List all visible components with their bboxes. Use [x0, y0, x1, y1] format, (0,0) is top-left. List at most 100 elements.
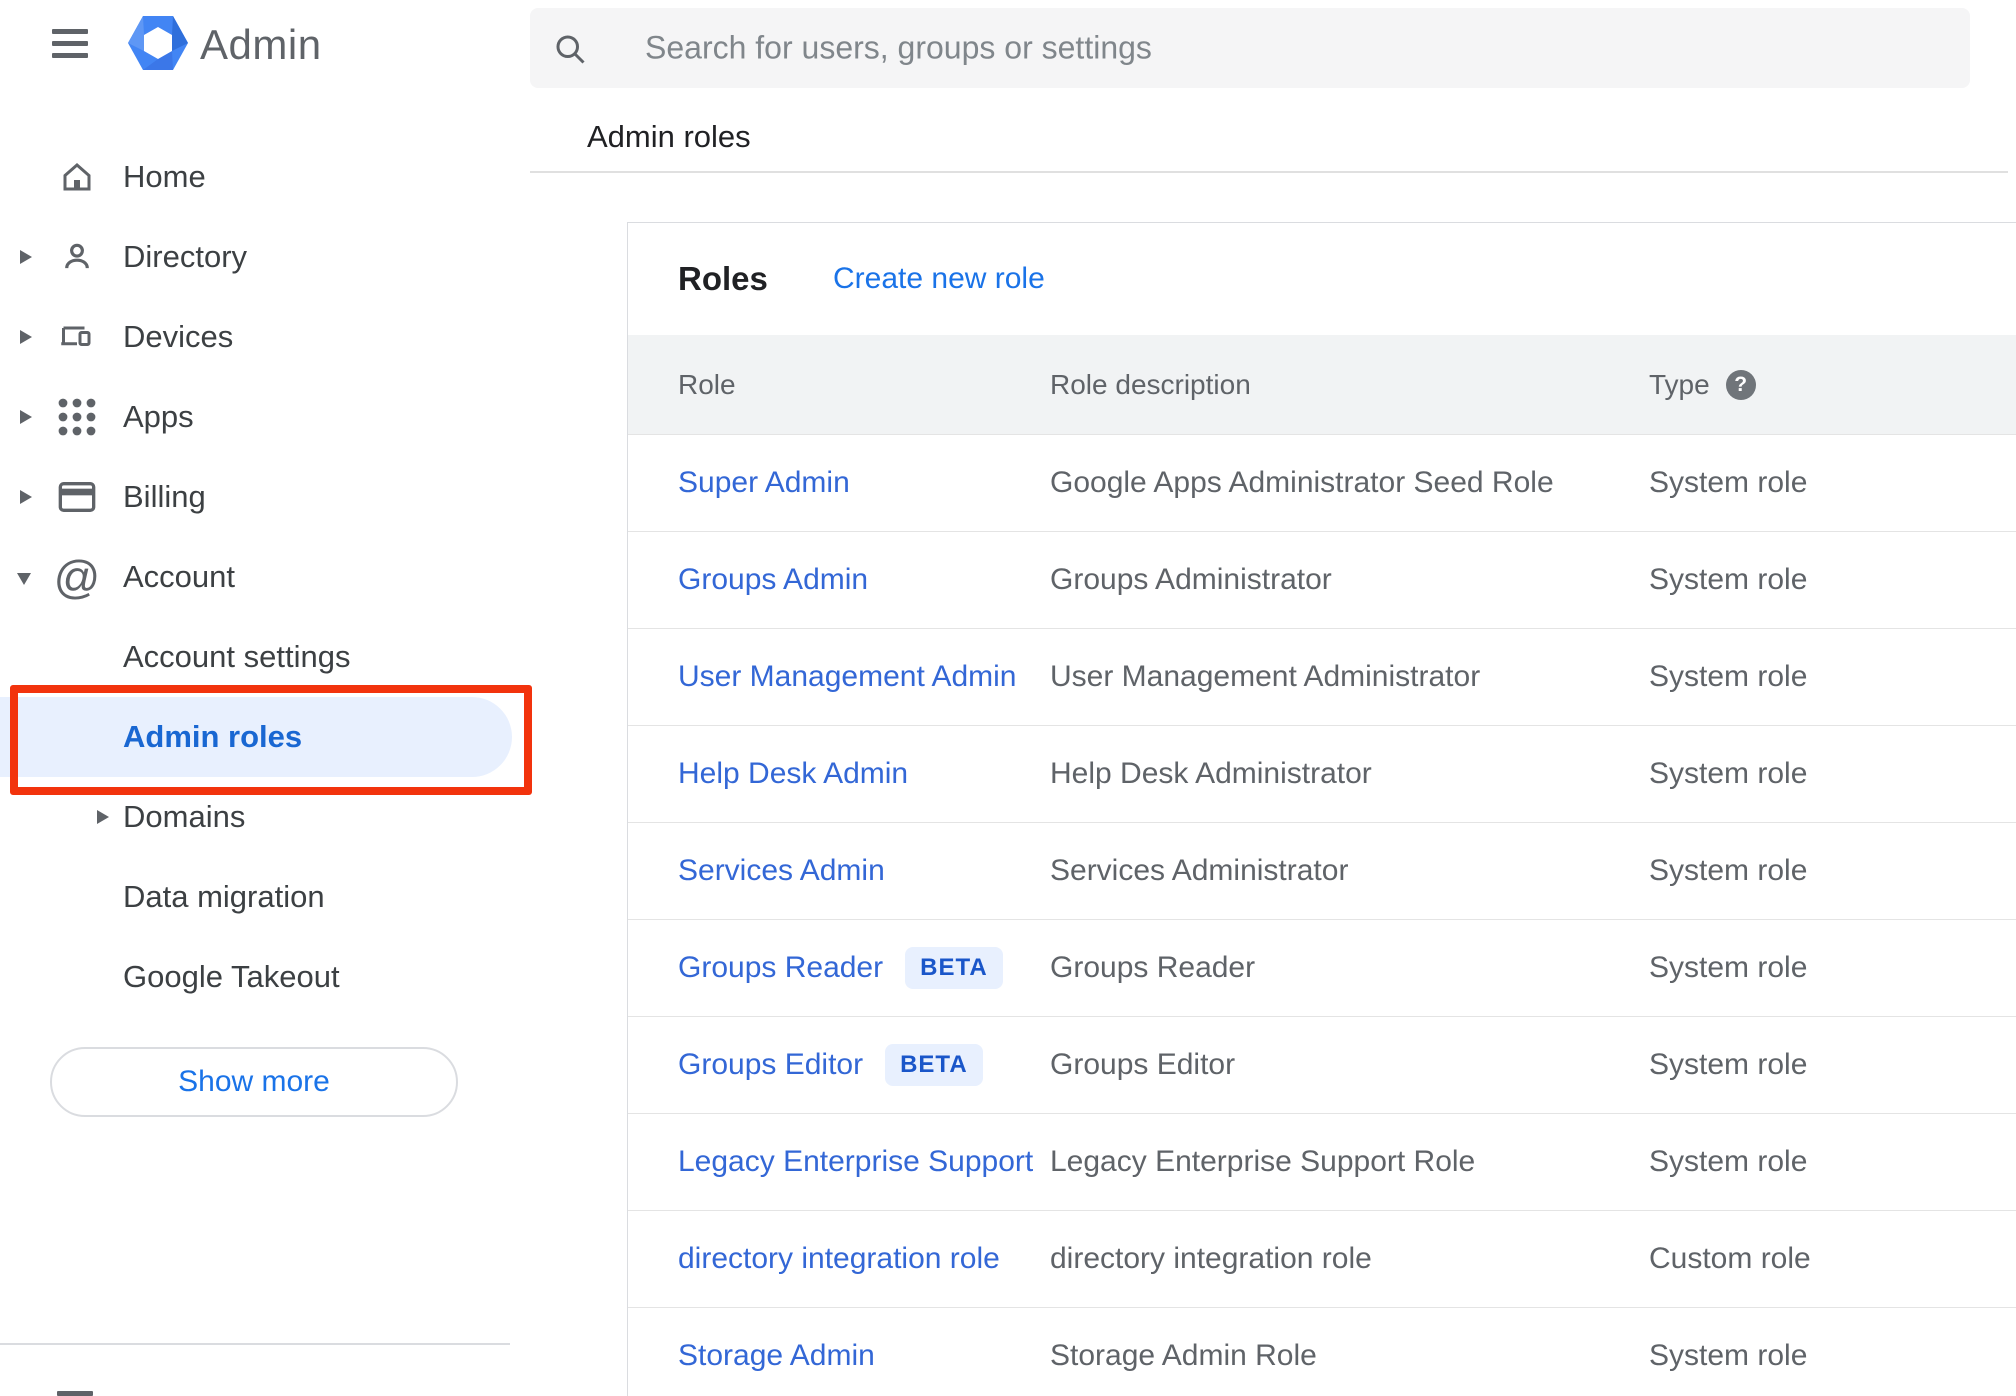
admin-logo-icon[interactable]: [128, 16, 188, 75]
expand-arrow-icon[interactable]: [97, 810, 109, 824]
role-description: Storage Admin Role: [1050, 1339, 1317, 1372]
breadcrumb: Admin roles: [587, 119, 751, 154]
role-link[interactable]: Groups Reader: [678, 951, 883, 985]
cutoff-sidebar-icon: [57, 1391, 93, 1396]
sidebar-item-data-migration[interactable]: Data migration: [0, 857, 530, 937]
table-row: Super Admin Google Apps Administrator Se…: [628, 434, 2016, 531]
role-link[interactable]: Storage Admin: [678, 1339, 875, 1373]
sidebar-nav: Home Directory Devices Apps Billing @ Ac…: [0, 137, 530, 1017]
role-link[interactable]: Services Admin: [678, 854, 885, 888]
product-title: Admin: [200, 21, 322, 68]
sidebar-item-account-settings[interactable]: Account settings: [0, 617, 530, 697]
sidebar-item-label: Domains: [123, 799, 246, 834]
role-description: directory integration role: [1050, 1242, 1372, 1275]
at-sign-icon: @: [53, 551, 101, 603]
role-link[interactable]: Legacy Enterprise Support: [678, 1145, 1033, 1179]
role-link[interactable]: Groups Editor: [678, 1048, 863, 1082]
role-link[interactable]: directory integration role: [678, 1242, 1000, 1276]
table-row: Storage Admin Storage Admin Role System …: [628, 1307, 2016, 1396]
role-link[interactable]: User Management Admin: [678, 660, 1017, 694]
sidebar-item-label: Devices: [123, 319, 234, 354]
role-description: Services Administrator: [1050, 854, 1349, 887]
person-icon: [57, 237, 97, 277]
table-row: Groups Editor BETA Groups Editor System …: [628, 1016, 2016, 1113]
admin-console: Admin Home Directory Devices Apps Billin…: [0, 0, 2016, 1396]
expand-arrow-icon[interactable]: [20, 410, 32, 424]
help-icon[interactable]: ?: [1725, 369, 1756, 400]
sidebar-item-label: Admin roles: [123, 719, 303, 754]
role-type: System role: [1649, 563, 1808, 596]
sidebar-item-home[interactable]: Home: [0, 137, 530, 217]
role-description: Google Apps Administrator Seed Role: [1050, 466, 1554, 499]
role-type: System role: [1649, 854, 1808, 887]
home-icon: [57, 157, 97, 197]
search-placeholder: Search for users, groups or settings: [645, 29, 1152, 66]
sidebar-item-directory[interactable]: Directory: [0, 217, 530, 297]
roles-card: Roles Create new role Role Role descript…: [627, 222, 2016, 1396]
table-row: Legacy Enterprise Support Legacy Enterpr…: [628, 1113, 2016, 1210]
sidebar-item-apps[interactable]: Apps: [0, 377, 530, 457]
sidebar-item-devices[interactable]: Devices: [0, 297, 530, 377]
table-row: directory integration role directory int…: [628, 1210, 2016, 1307]
role-type: System role: [1649, 660, 1808, 693]
sidebar-item-label: Data migration: [123, 879, 325, 914]
role-type: System role: [1649, 1145, 1808, 1178]
sidebar-divider: [0, 1343, 510, 1345]
sidebar-item-label: Account settings: [123, 639, 351, 674]
table-body: Super Admin Google Apps Administrator Se…: [628, 434, 2016, 1396]
sidebar-item-label: Account: [123, 559, 236, 594]
table-row: Groups Reader BETA Groups Reader System …: [628, 919, 2016, 1016]
sidebar-item-account[interactable]: @ Account: [0, 537, 530, 617]
role-link[interactable]: Super Admin: [678, 466, 850, 500]
sidebar-item-label: Home: [123, 159, 206, 194]
sidebar-item-label: Directory: [123, 239, 248, 274]
role-description: Help Desk Administrator: [1050, 757, 1372, 790]
roles-card-header: Roles Create new role: [628, 223, 2016, 335]
search-icon: [552, 31, 588, 72]
table-row: User Management Admin User Management Ad…: [628, 628, 2016, 725]
table-row: Help Desk Admin Help Desk Administrator …: [628, 725, 2016, 822]
apps-grid-icon: [57, 397, 97, 437]
devices-icon: [57, 317, 97, 357]
create-new-role-link[interactable]: Create new role: [833, 262, 1045, 296]
sidebar-item-label: Billing: [123, 479, 206, 514]
sidebar-header: Admin: [0, 0, 530, 90]
role-type: Custom role: [1649, 1242, 1811, 1275]
sidebar-item-domains[interactable]: Domains: [0, 777, 530, 857]
role-description: Groups Editor: [1050, 1048, 1236, 1081]
role-description: Legacy Enterprise Support Role: [1050, 1145, 1476, 1178]
column-header-role: Role: [678, 368, 736, 400]
beta-badge: BETA: [905, 947, 1003, 989]
divider: [530, 171, 2008, 173]
table-row: Groups Admin Groups Administrator System…: [628, 531, 2016, 628]
expand-arrow-icon[interactable]: [20, 490, 32, 504]
card-title: Roles: [678, 260, 768, 297]
menu-icon[interactable]: [52, 29, 88, 58]
role-type: System role: [1649, 466, 1808, 499]
role-link[interactable]: Help Desk Admin: [678, 757, 908, 791]
collapse-arrow-icon[interactable]: [17, 573, 31, 585]
table-header-row: Role Role description Type ?: [628, 335, 2016, 434]
role-type: System role: [1649, 951, 1808, 984]
role-type: System role: [1649, 1048, 1808, 1081]
sidebar-item-label: Apps: [123, 399, 194, 434]
sidebar-item-admin-roles[interactable]: Admin roles: [0, 697, 512, 777]
role-description: User Management Administrator: [1050, 660, 1481, 693]
sidebar-item-label: Google Takeout: [123, 959, 340, 994]
column-header-description: Role description: [1050, 368, 1251, 400]
table-row: Services Admin Services Administrator Sy…: [628, 822, 2016, 919]
search-bar[interactable]: Search for users, groups or settings: [530, 8, 1970, 88]
column-header-type: Type: [1649, 368, 1710, 400]
role-type: System role: [1649, 1339, 1808, 1372]
beta-badge: BETA: [885, 1044, 983, 1086]
role-description: Groups Administrator: [1050, 563, 1332, 596]
sidebar-item-billing[interactable]: Billing: [0, 457, 530, 537]
credit-card-icon: [57, 477, 97, 517]
sidebar-item-google-takeout[interactable]: Google Takeout: [0, 937, 530, 1017]
show-more-button[interactable]: Show more: [50, 1047, 458, 1117]
role-type: System role: [1649, 757, 1808, 790]
expand-arrow-icon[interactable]: [20, 330, 32, 344]
expand-arrow-icon[interactable]: [20, 250, 32, 264]
role-link[interactable]: Groups Admin: [678, 563, 868, 597]
role-description: Groups Reader: [1050, 951, 1256, 984]
